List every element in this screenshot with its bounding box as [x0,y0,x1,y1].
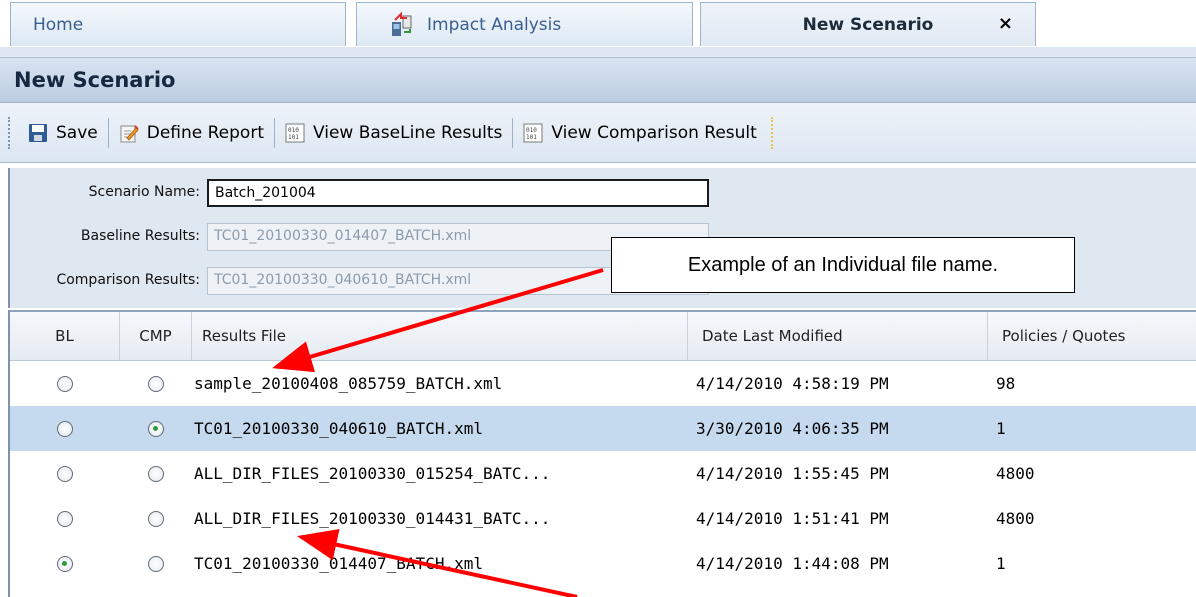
column-header-bl[interactable]: BL [10,312,120,360]
toolbar-overflow-grip[interactable] [770,116,777,149]
baseline-radio[interactable] [57,465,73,482]
table-row[interactable]: ALL_DIR_FILES_20100330_014431_BATC... 4/1… [10,496,1196,541]
date-modified-cell: 4/14/2010 1:51:41 PM [696,509,889,528]
results-file-cell: ALL_DIR_FILES_20100330_014431_BATC... [194,509,551,528]
view-comparison-result-label: View Comparison Result [551,122,757,143]
results-file-cell: TC01_20100330_014407_BATCH.xml [194,554,483,573]
date-modified-cell: 4/14/2010 1:44:08 PM [696,554,889,573]
cmp-cell [120,451,192,496]
tab-impact-analysis[interactable]: Impact Analysis [356,2,693,46]
results-file-cell: ALL_DIR_FILES_20100330_015254_BATC... [194,464,551,483]
cmp-cell [120,541,192,586]
view-baseline-results-label: View BaseLine Results [312,122,503,143]
annotation-callout: Example of an Individual file name. [611,237,1075,293]
baseline-radio[interactable] [57,510,73,527]
tab-home[interactable]: Home [10,2,346,46]
baseline-radio[interactable] [57,420,73,437]
comparison-radio[interactable] [148,465,164,482]
impact-analysis-icon [391,11,413,38]
comparison-results-label: Comparison Results: [56,272,200,288]
comparison-radio[interactable] [148,555,164,572]
bl-cell [10,496,120,541]
toolbar-separator [107,117,109,148]
toolbar-separator [512,117,514,148]
save-icon [28,123,48,143]
bl-cell [10,361,120,406]
scenario-name-label: Scenario Name: [88,184,200,200]
tab-content-strip [0,47,1196,57]
comparison-radio[interactable] [148,375,164,392]
date-modified-cell: 4/14/2010 1:55:45 PM [696,464,889,483]
save-button[interactable]: Save [20,113,106,153]
column-header-date-last-modified[interactable]: Date Last Modified [688,312,988,360]
tab-bar: Home Impact Analysis New Scenario × [0,0,1196,47]
policies-quotes-cell: 4800 [996,464,1035,483]
tab-new-scenario[interactable]: New Scenario × [700,2,1036,46]
toolbar-separator [273,117,275,148]
tab-impact-analysis-label: Impact Analysis [427,14,562,35]
results-file-cell: TC01_20100330_040610_BATCH.xml [194,419,483,438]
baseline-radio[interactable] [57,555,73,572]
binary-results-icon: 010 101 [285,123,305,143]
scenario-name-input[interactable]: Batch_201004 [207,179,709,207]
table-row[interactable]: ALL_DIR_FILES_20100330_015254_BATC... 4/1… [10,451,1196,496]
column-header-policies-quotes[interactable]: Policies / Quotes [988,312,1196,360]
bl-cell [10,451,120,496]
table-row[interactable]: sample_20100408_085759_BATCH.xml 4/14/201… [10,361,1196,406]
column-header-results-file[interactable]: Results File [192,312,688,360]
toolbar: Save Define Report 010 101 View BaseLine… [0,103,1196,163]
tab-new-scenario-label: New Scenario [802,14,934,35]
cmp-cell [120,406,192,451]
view-baseline-results-button[interactable]: 010 101 View BaseLine Results [277,113,510,153]
toolbar-grip[interactable] [8,116,14,149]
policies-quotes-cell: 1 [996,554,1006,573]
view-comparison-result-button[interactable]: 010 101 View Comparison Result [515,113,764,153]
comparison-radio[interactable] [148,420,164,437]
define-report-label: Define Report [146,122,264,143]
bl-cell [10,541,120,586]
panel-title-bar: New Scenario [0,57,1196,103]
date-modified-cell: 3/30/2010 4:06:35 PM [696,419,889,438]
date-modified-cell: 4/14/2010 4:58:19 PM [696,374,889,393]
results-grid: BL CMP Results File Date Last Modified P… [8,310,1196,597]
define-report-button[interactable]: Define Report [111,113,272,153]
grid-header: BL CMP Results File Date Last Modified P… [10,310,1196,361]
callout-text: Example of an Individual file name. [687,253,999,276]
page-title: New Scenario [14,68,176,92]
cmp-cell [120,496,192,541]
svg-text:101: 101 [526,134,537,141]
table-row[interactable]: TC01_20100330_040610_BATCH.xml 3/30/2010 … [10,406,1196,451]
binary-results-icon: 010 101 [523,123,543,143]
table-row[interactable]: TC01_20100330_014407_BATCH.xml 4/14/2010 … [10,541,1196,586]
svg-text:010: 010 [288,127,299,134]
comparison-radio[interactable] [148,510,164,527]
policies-quotes-cell: 98 [996,374,1016,393]
svg-text:010: 010 [526,127,537,134]
results-file-cell: sample_20100408_085759_BATCH.xml [194,374,503,393]
baseline-radio[interactable] [57,375,73,392]
policies-quotes-cell: 4800 [996,509,1035,528]
cmp-cell [120,361,192,406]
policies-quotes-cell: 1 [996,419,1006,438]
bl-cell [10,406,120,451]
column-header-cmp[interactable]: CMP [120,312,192,360]
save-label: Save [56,122,98,143]
svg-text:101: 101 [288,134,299,141]
report-pencil-icon [119,123,139,143]
tab-home-label: Home [33,14,84,35]
baseline-results-label: Baseline Results: [80,228,200,244]
close-icon[interactable]: × [998,13,1013,34]
